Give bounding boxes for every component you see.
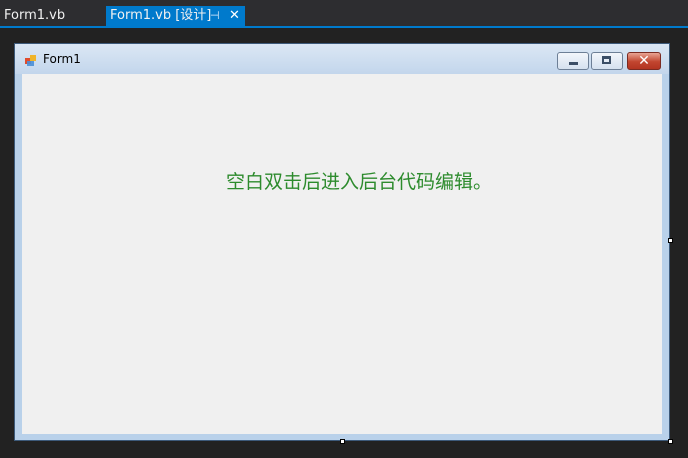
tab-form1-vb-design[interactable]: Form1.vb [设计] ⊣ ✕	[106, 6, 245, 26]
minimize-icon	[569, 62, 578, 65]
form-client-area[interactable]: 空白双击后进入后台代码编辑。	[22, 74, 662, 434]
maximize-icon	[602, 56, 611, 64]
maximize-button[interactable]	[591, 52, 623, 70]
close-icon[interactable]: ✕	[229, 6, 240, 26]
resize-handle-right[interactable]	[668, 238, 673, 243]
resize-handle-bottom[interactable]	[340, 439, 345, 444]
form-label[interactable]: 空白双击后进入后台代码编辑。	[226, 167, 492, 194]
resize-handle-corner[interactable]	[668, 439, 673, 444]
tab-form1-vb[interactable]: Form1.vb	[4, 6, 65, 26]
tab-label: Form1.vb	[4, 8, 66, 23]
form-app-icon	[25, 55, 37, 67]
form-window[interactable]: Form1 ✕ 空白双击后进入后台代码编辑。	[14, 43, 670, 441]
document-tab-strip: Form1.vb Form1.vb [设计] ⊣ ✕	[0, 0, 688, 26]
form-title-bar[interactable]: Form1 ✕	[15, 44, 669, 74]
minimize-button[interactable]	[557, 52, 589, 70]
form-title: Form1	[43, 52, 81, 66]
close-icon: ✕	[638, 53, 650, 69]
pin-icon[interactable]: ⊣	[210, 6, 220, 26]
tab-label: Form1.vb [设计]	[110, 8, 212, 23]
close-button[interactable]: ✕	[627, 52, 661, 70]
